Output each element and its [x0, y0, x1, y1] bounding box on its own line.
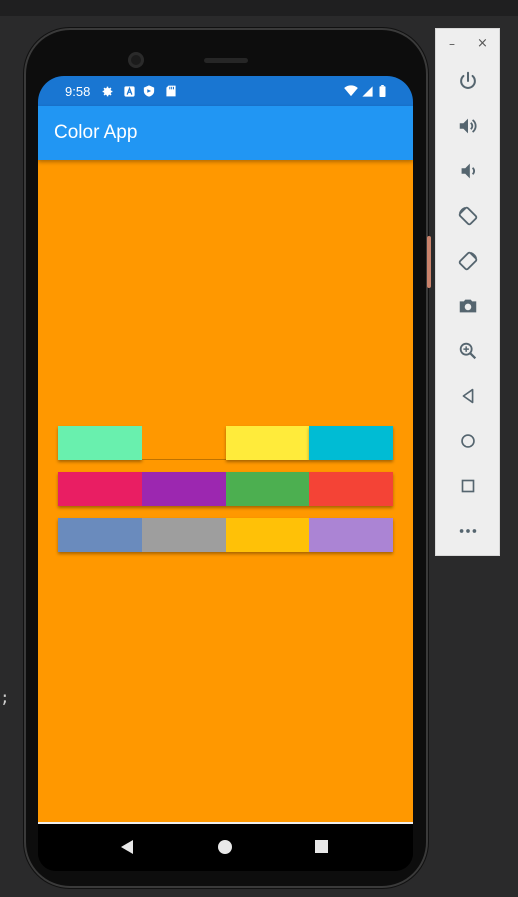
- color-grid-area: [38, 160, 413, 822]
- color-tile-lavender[interactable]: [309, 518, 393, 552]
- status-bar: 9:58: [38, 76, 413, 106]
- more-icon[interactable]: [456, 519, 480, 543]
- overview-icon[interactable]: [456, 474, 480, 498]
- earpiece-speaker: [204, 58, 248, 63]
- top-bar: [0, 0, 518, 16]
- phone-screen: 9:58 Color App: [38, 76, 413, 871]
- nav-recents-icon[interactable]: [315, 840, 328, 853]
- back-icon[interactable]: [456, 384, 480, 408]
- phone-frame: 9:58 Color App: [24, 28, 431, 888]
- shield-icon: [142, 84, 156, 98]
- zoom-icon[interactable]: [456, 339, 480, 363]
- color-tile-steel-blue[interactable]: [58, 518, 142, 552]
- app-title: Color App: [54, 122, 138, 143]
- nav-back-icon[interactable]: [121, 840, 133, 854]
- camera-icon[interactable]: [456, 294, 480, 318]
- color-tile-purple[interactable]: [141, 472, 226, 506]
- signal-icon: [360, 84, 374, 98]
- emulator-toolbar: – ×: [435, 28, 500, 556]
- settings-icon: [100, 84, 114, 98]
- color-tile-red[interactable]: [309, 472, 393, 506]
- status-time: 9:58: [65, 84, 91, 99]
- volume-down-icon[interactable]: [456, 159, 480, 183]
- tile-row-1: [58, 426, 393, 460]
- color-tile-grey[interactable]: [141, 518, 226, 552]
- color-tile-orange-empty[interactable]: [141, 426, 226, 460]
- color-tile-pink[interactable]: [58, 472, 142, 506]
- color-tile-cyan[interactable]: [309, 426, 393, 460]
- battery-icon: [375, 84, 389, 98]
- close-button[interactable]: ×: [477, 36, 488, 51]
- power-icon[interactable]: [456, 69, 480, 93]
- front-camera: [128, 52, 144, 68]
- tile-row-3: [58, 518, 393, 552]
- volume-up-icon[interactable]: [456, 114, 480, 138]
- sd-card-icon: [164, 84, 178, 98]
- editor-fragment: ;: [0, 688, 10, 707]
- nav-home-icon[interactable]: [218, 840, 232, 854]
- color-tile-amber[interactable]: [225, 518, 310, 552]
- tile-row-2: [58, 472, 393, 506]
- phone-side-button: [427, 236, 431, 288]
- home-icon[interactable]: [456, 429, 480, 453]
- rotate-right-icon[interactable]: [456, 249, 480, 273]
- color-tile-mint[interactable]: [58, 426, 142, 460]
- rotate-left-icon[interactable]: [456, 204, 480, 228]
- minimize-button[interactable]: –: [449, 37, 455, 51]
- color-tile-yellow[interactable]: [225, 426, 310, 460]
- a-notification-icon: [122, 84, 136, 98]
- color-tile-green[interactable]: [225, 472, 310, 506]
- wifi-icon: [344, 84, 358, 98]
- navigation-bar: [38, 822, 413, 871]
- app-bar: Color App: [38, 106, 413, 160]
